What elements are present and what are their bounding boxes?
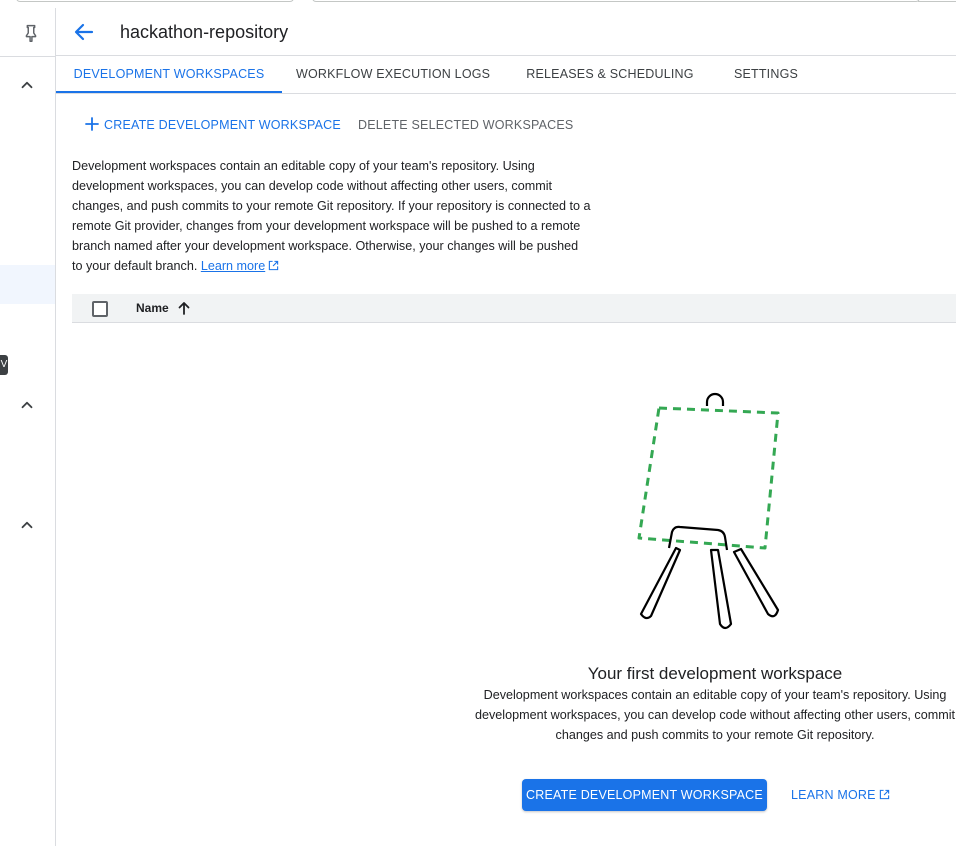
description-text: Development workspaces contain an editab… <box>72 159 591 273</box>
chevron-up-icon[interactable] <box>18 76 36 94</box>
plus-icon <box>85 117 99 131</box>
learn-more-label: Learn more <box>200 259 266 273</box>
arrow-back-icon[interactable] <box>72 20 96 44</box>
empty-state-title: Your first development workspace <box>587 664 843 683</box>
delete-workspaces-button[interactable]: DELETE SELECTED WORKSPACES <box>358 110 573 140</box>
learn-more-button-label: LEARN MORE <box>791 788 876 802</box>
rail-badge: V <box>0 355 8 375</box>
page-header: hackathon-repository <box>56 8 956 56</box>
workspaces-description: Development workspaces contain an editab… <box>72 156 592 276</box>
tab-workflow-execution-logs[interactable]: WORKFLOW EXECUTION LOGS <box>296 56 490 93</box>
chevron-up-icon[interactable] <box>18 516 36 534</box>
tab-settings[interactable]: SETTINGS <box>728 56 804 93</box>
open-in-new-icon[interactable] <box>268 260 279 271</box>
open-in-new-icon <box>879 789 889 800</box>
tab-bar: DEVELOPMENT WORKSPACES WORKFLOW EXECUTIO… <box>56 56 956 94</box>
pin-icon[interactable] <box>20 22 42 44</box>
column-header-name[interactable]: Name <box>136 294 169 323</box>
action-bar: CREATE DEVELOPMENT WORKSPACE DELETE SELE… <box>56 110 956 140</box>
learn-more-button[interactable]: LEARN MORE <box>791 779 890 811</box>
chevron-up-icon[interactable] <box>18 396 36 414</box>
learn-more-link[interactable]: Learn more <box>201 259 265 273</box>
create-workspace-cta-button[interactable]: CREATE DEVELOPMENT WORKSPACE <box>522 779 767 811</box>
create-workspace-label: CREATE DEVELOPMENT WORKSPACE <box>104 118 341 132</box>
easel-illustration <box>637 392 780 630</box>
create-workspace-button[interactable]: CREATE DEVELOPMENT WORKSPACE <box>85 110 341 140</box>
arrow-up-icon[interactable] <box>176 300 192 316</box>
select-all-checkbox[interactable] <box>92 301 108 317</box>
tab-development-workspaces[interactable]: DEVELOPMENT WORKSPACES <box>56 56 282 93</box>
toolbar-edge <box>312 0 920 2</box>
address-bar-edge <box>16 0 294 2</box>
table-header: Name <box>72 294 956 323</box>
rail-selected-item[interactable] <box>0 265 55 304</box>
tab-releases-scheduling[interactable]: RELEASES & SCHEDULING <box>524 56 696 93</box>
toolbar-edge-right <box>918 0 956 2</box>
left-nav-rail: V <box>0 8 56 846</box>
empty-state-body: Development workspaces contain an editab… <box>475 688 955 742</box>
browser-frame-strip <box>0 0 956 8</box>
rail-divider <box>0 56 56 57</box>
page-title: hackathon-repository <box>120 22 289 42</box>
